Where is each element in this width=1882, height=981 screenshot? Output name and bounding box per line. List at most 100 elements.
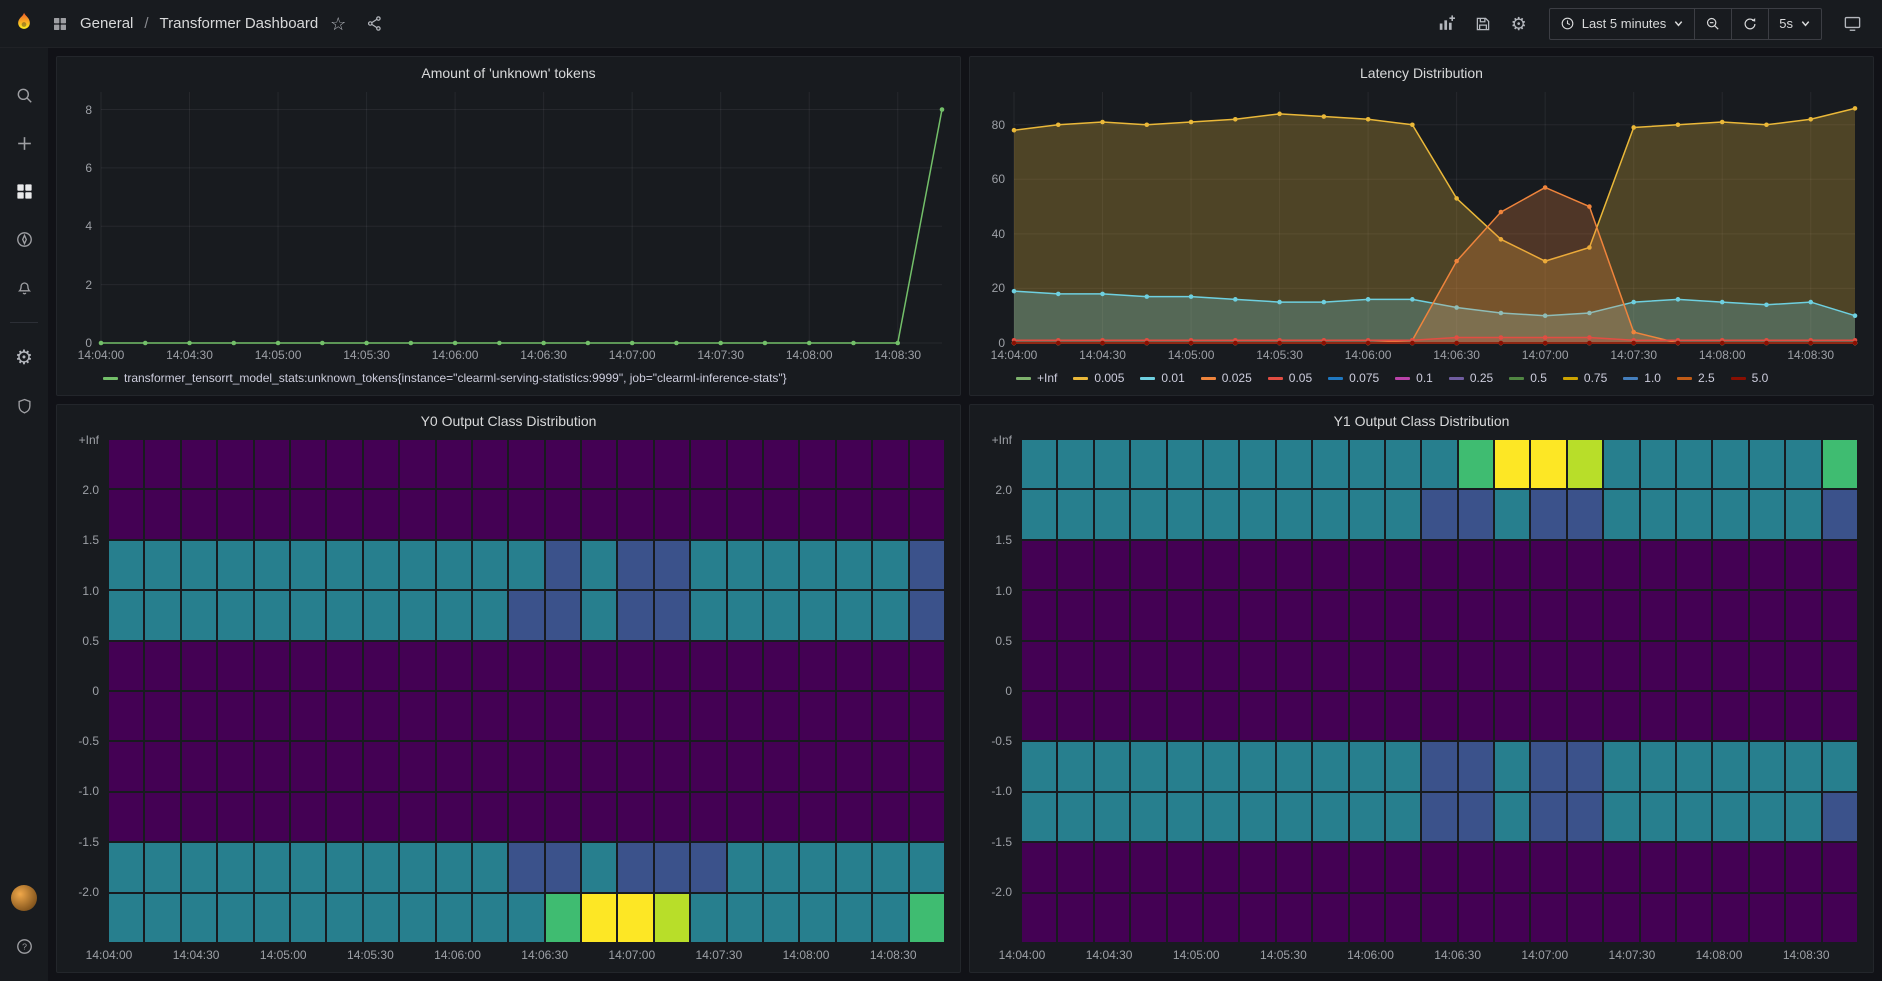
heatmap-cell (1422, 742, 1456, 790)
axis-tick-label: 1.0 (980, 584, 1012, 598)
axis-tick-label: 14:07:00 (609, 348, 656, 362)
sidebar-item-help[interactable]: ? (0, 925, 48, 967)
legend-item[interactable]: 0.025 (1201, 371, 1252, 385)
heatmap-cell (800, 843, 834, 891)
heatmap-cell (1168, 742, 1202, 790)
heatmap-cell (691, 843, 725, 891)
heatmap-cell (400, 692, 434, 740)
legend-item[interactable]: 0.005 (1073, 371, 1124, 385)
tv-mode-button[interactable] (1836, 8, 1868, 40)
heatmap-cell (691, 894, 725, 942)
sidebar-item-search[interactable] (0, 74, 48, 116)
legend-item[interactable]: 0.075 (1328, 371, 1379, 385)
refresh-button[interactable] (1731, 8, 1769, 40)
zoom-out-button[interactable] (1694, 8, 1732, 40)
heatmap-cell (1058, 490, 1092, 538)
heatmap-cell (473, 440, 507, 488)
axis-tick-label: 14:08:30 (1787, 348, 1834, 362)
sidebar-item-create[interactable] (0, 122, 48, 164)
series-color-marker (1563, 377, 1578, 380)
axis-tick-label: +Inf (980, 433, 1012, 447)
panel-title[interactable]: Latency Distribution (980, 61, 1863, 86)
heatmap-cell (182, 541, 216, 589)
heatmap-cell (1750, 642, 1784, 690)
share-dashboard-button[interactable] (358, 8, 390, 40)
legend-item[interactable]: transformer_tensorrt_model_stats:unknown… (103, 371, 787, 385)
heatmap-cell (1604, 440, 1638, 488)
axis-tick-label: 14:06:30 (1433, 348, 1480, 362)
legend-item[interactable]: 0.5 (1509, 371, 1547, 385)
sidebar-item-server-admin[interactable] (0, 385, 48, 427)
heatmap-cell (182, 440, 216, 488)
series-color-marker (1731, 377, 1746, 380)
legend-item[interactable]: 0.1 (1395, 371, 1433, 385)
heatmap-cell (145, 692, 179, 740)
heatmap-cell (255, 490, 289, 538)
grafana-logo[interactable] (0, 0, 48, 48)
legend-item[interactable]: 0.01 (1140, 371, 1184, 385)
heatmap-cell (1677, 642, 1711, 690)
legend-item[interactable]: 0.05 (1268, 371, 1312, 385)
heatmap-cell (1713, 843, 1747, 891)
series-label: 0.005 (1094, 371, 1124, 385)
heatmap-cell (327, 591, 361, 639)
series-label: 2.5 (1698, 371, 1715, 385)
heatmap-cell (618, 490, 652, 538)
heatmap-cell (764, 591, 798, 639)
sidebar-item-explore[interactable] (0, 218, 48, 260)
sidebar-item-dashboards[interactable] (0, 170, 48, 212)
refresh-interval-picker[interactable]: 5s (1768, 8, 1822, 40)
heatmap-cell (655, 541, 689, 589)
heatmap-cell (1604, 843, 1638, 891)
heatmap-cell (1058, 843, 1092, 891)
breadcrumb-section[interactable]: General (80, 15, 133, 32)
sidebar-item-configuration[interactable]: ⚙ (0, 337, 48, 379)
heatmap-cell (364, 742, 398, 790)
add-panel-button[interactable] (1431, 8, 1463, 40)
axis-tick-label: 14:05:30 (1256, 348, 1303, 362)
axis-tick-label: 14:07:30 (697, 348, 744, 362)
heatmap-cell (437, 490, 471, 538)
heatmap-cell (1495, 894, 1529, 942)
legend-item[interactable]: +Inf (1016, 371, 1057, 385)
heatmap-cell (145, 843, 179, 891)
legend-item[interactable]: 0.75 (1563, 371, 1607, 385)
panel-title[interactable]: Amount of 'unknown' tokens (67, 61, 950, 86)
legend-item[interactable]: 5.0 (1731, 371, 1769, 385)
panel-title[interactable]: Y1 Output Class Distribution (980, 409, 1863, 434)
heatmap-cell (655, 642, 689, 690)
panel-title[interactable]: Y0 Output Class Distribution (67, 409, 950, 434)
heatmap-cell (364, 793, 398, 841)
heatmap-cell (291, 692, 325, 740)
heatmap-cell (800, 894, 834, 942)
heatmap-cell (1313, 793, 1347, 841)
sidebar-item-profile[interactable] (0, 877, 48, 919)
heatmap-cell (1713, 742, 1747, 790)
heatmap-cell (1313, 742, 1347, 790)
dashboard-settings-button[interactable]: ⚙ (1503, 8, 1535, 40)
heatmap-cell (509, 440, 543, 488)
legend-item[interactable]: 0.25 (1449, 371, 1493, 385)
legend-item[interactable]: 1.0 (1623, 371, 1661, 385)
axis-tick-label: -2.0 (67, 885, 99, 899)
heatmap-cell (218, 642, 252, 690)
time-range-picker[interactable]: Last 5 minutes (1549, 8, 1696, 40)
heatmap-cell (546, 642, 580, 690)
axis-tick-label: 14:07:00 (1522, 348, 1569, 362)
star-dashboard-button[interactable]: ☆ (322, 8, 354, 40)
axis-tick-label: 14:06:00 (1347, 948, 1394, 962)
latency-legend: +Inf 0.005 0.01 0.025 0.05 0.075 0.1 0.25 0.5 0.7… (980, 365, 1863, 389)
heatmap-cell (691, 591, 725, 639)
save-dashboard-button[interactable] (1467, 8, 1499, 40)
legend-item[interactable]: 2.5 (1677, 371, 1715, 385)
heatmap-cell (728, 692, 762, 740)
heatmap-grid (109, 440, 944, 942)
sidebar-item-alerting[interactable] (0, 266, 48, 308)
heatmap-cell (582, 642, 616, 690)
heatmap-cell (437, 843, 471, 891)
heatmap-cell (728, 793, 762, 841)
heatmap-cell (1604, 793, 1638, 841)
heatmap-cell (1350, 692, 1384, 740)
heatmap-cell (1277, 541, 1311, 589)
heatmap-cell (764, 793, 798, 841)
